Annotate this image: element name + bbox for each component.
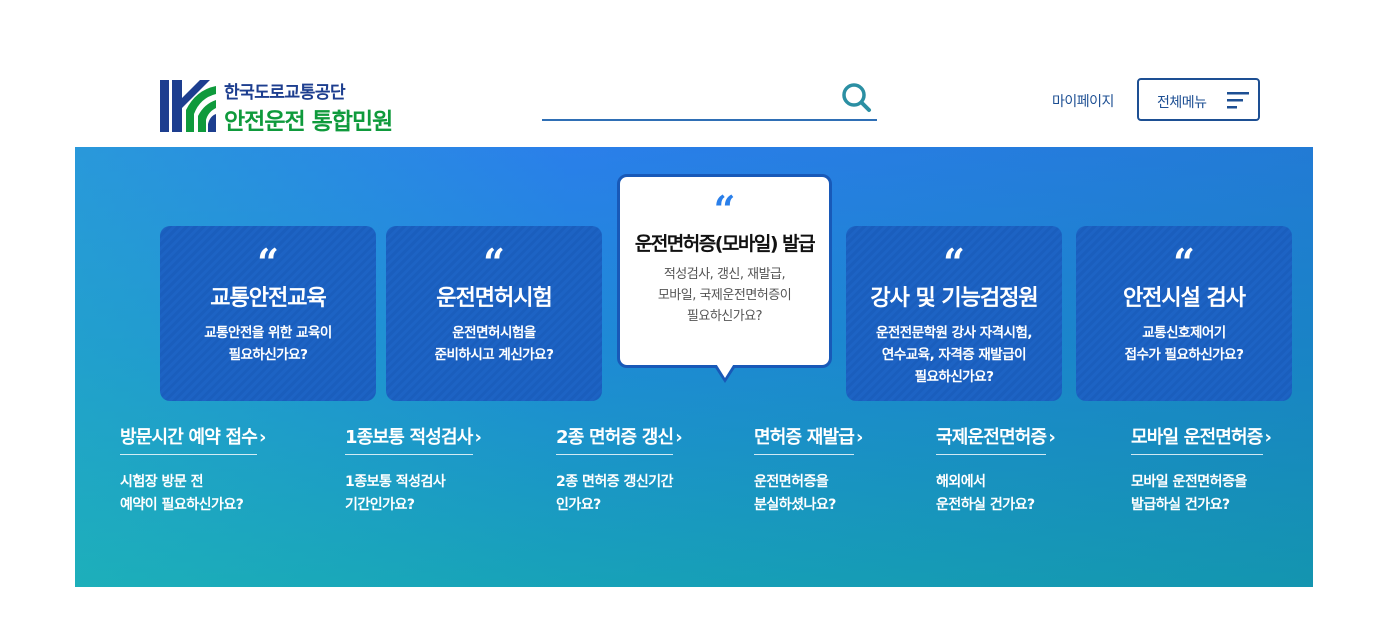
search-bar [542, 78, 877, 121]
card-desc: 교통안전을 위한 교육이 필요하신가요? [204, 325, 332, 363]
chevron-right-icon: › [1264, 427, 1272, 448]
quote-icon: “ [483, 240, 505, 285]
quick-link-desc: 1종보통 적성검사 기간인가요? [345, 474, 446, 513]
card-title: 운전면허시험 [436, 286, 552, 311]
card-desc: 운전면허시험을 준비하시고 계신가요? [434, 325, 554, 363]
org-name: 한국도로교통공단 [224, 83, 346, 103]
quick-link-license-reissue[interactable]: 면허증 재발급 › 운전면허증을 분실하셨나요? [754, 423, 863, 517]
chevron-right-icon: › [1048, 427, 1056, 448]
card-license-issuance[interactable]: “ 운전면허증(모바일) 발급 적성검사, 갱신, 재발급, 모바일, 국제운전… [617, 174, 832, 368]
quote-icon: “ [943, 240, 965, 285]
chevron-right-icon: › [474, 427, 482, 448]
hamburger-icon [1227, 92, 1249, 109]
quick-link-desc: 해외에서 운전하실 건가요? [936, 474, 1035, 513]
quote-icon: “ [713, 187, 736, 232]
card-title: 강사 및 기능검정원 [870, 286, 1038, 311]
card-driver-license-exam[interactable]: “ 운전면허시험 운전면허시험을 준비하시고 계신가요? [386, 226, 602, 401]
quick-link-desc: 운전면허증을 분실하셨나요? [754, 474, 836, 513]
card-traffic-safety-education[interactable]: “ 교통안전교육 교통안전을 위한 교육이 필요하신가요? [160, 226, 376, 401]
quick-link-title: 국제운전면허증 [936, 423, 1047, 455]
quick-link-desc: 시험장 방문 전 예약이 필요하신가요? [120, 474, 244, 513]
kk-logo-mark-icon [160, 80, 216, 132]
card-desc: 적성검사, 갱신, 재발급, 모바일, 국제운전면허증이 필요하신가요? [657, 267, 792, 324]
main-banner: “ 교통안전교육 교통안전을 위한 교육이 필요하신가요? “ 운전면허시험 운… [75, 147, 1313, 587]
quick-link-aptitude-test[interactable]: 1종보통 적성검사 › 1종보통 적성검사 기간인가요? [345, 423, 482, 517]
card-desc: 운전전문학원 강사 자격시험, 연수교육, 자격증 재발급이 필요하신가요? [875, 325, 1033, 385]
card-title: 안전시설 검사 [1122, 286, 1246, 311]
quick-link-title: 면허증 재발급 [754, 423, 855, 455]
search-input[interactable] [542, 84, 832, 116]
card-safety-facility-inspection[interactable]: “ 안전시설 검사 교통신호제어기 접수가 필요하신가요? [1076, 226, 1292, 401]
quote-icon: “ [257, 240, 279, 285]
quick-link-visit-reservation[interactable]: 방문시간 예약 접수 › 시험장 방문 전 예약이 필요하신가요? [120, 423, 266, 517]
chevron-right-icon: › [259, 427, 267, 448]
card-desc: 교통신호제어기 접수가 필요하신가요? [1124, 325, 1244, 363]
active-card-pointer-inner [715, 362, 735, 378]
quick-link-title: 모바일 운전면허증 [1131, 423, 1263, 455]
quick-link-title: 방문시간 예약 접수 [120, 423, 258, 455]
quick-link-desc: 모바일 운전면허증을 발급하실 건가요? [1131, 474, 1247, 513]
quick-link-title: 1종보통 적성검사 [345, 423, 473, 455]
quick-link-title: 2종 면허증 갱신 [556, 423, 674, 455]
search-icon [842, 83, 871, 112]
mypage-link[interactable]: 마이페이지 [1052, 91, 1114, 111]
all-menu-label: 전체메뉴 [1157, 95, 1207, 111]
card-instructor-examiner[interactable]: “ 강사 및 기능검정원 운전전문학원 강사 자격시험, 연수교육, 자격증 재… [846, 226, 1062, 401]
site-title: 안전운전 통합민원 [224, 109, 393, 135]
card-title: 운전면허증(모바일) 발급 [634, 233, 816, 255]
quote-icon: “ [1173, 240, 1195, 285]
quick-link-international-license[interactable]: 국제운전면허증 › 해외에서 운전하실 건가요? [936, 423, 1056, 517]
chevron-right-icon: › [856, 427, 864, 448]
all-menu-button[interactable]: 전체메뉴 [1137, 78, 1260, 121]
quick-link-mobile-license[interactable]: 모바일 운전면허증 › 모바일 운전면허증을 발급하실 건가요? [1131, 423, 1272, 517]
quick-link-license-renewal[interactable]: 2종 면허증 갱신 › 2종 면허증 갱신기간 인가요? [556, 423, 683, 517]
search-button[interactable] [841, 82, 873, 114]
chevron-right-icon: › [675, 427, 683, 448]
quick-link-desc: 2종 면허증 갱신기간 인가요? [556, 474, 674, 513]
site-logo[interactable]: 한국도로교통공단 안전운전 통합민원 [160, 78, 420, 135]
card-title: 교통안전교육 [210, 286, 326, 311]
